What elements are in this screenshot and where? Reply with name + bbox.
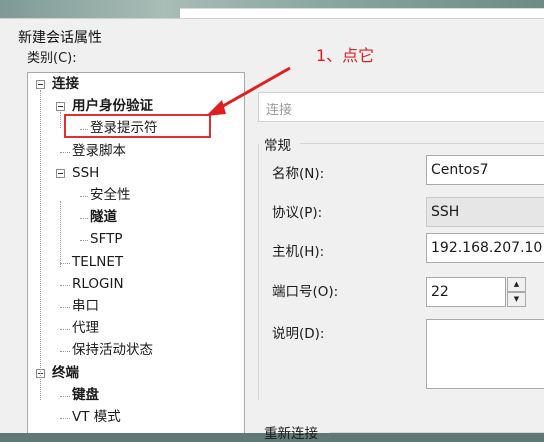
tree-item[interactable]: 保持活动状态 xyxy=(72,340,153,361)
port-label: 端口号(O): xyxy=(272,284,339,300)
protocol-select[interactable]: SSH xyxy=(426,197,544,227)
description-textarea[interactable] xyxy=(426,319,544,389)
protocol-label: 协议(P): xyxy=(272,205,323,221)
tree-connector xyxy=(60,307,70,308)
tree-guide-line xyxy=(40,90,41,400)
general-section-divider xyxy=(300,143,544,144)
tree-connector xyxy=(80,240,88,242)
tree-connector xyxy=(80,218,88,220)
tree-connector xyxy=(60,329,70,331)
port-spinner: ▲ ▼ xyxy=(507,277,526,307)
tree-guide-line xyxy=(60,112,61,128)
tree-item[interactable]: SSH xyxy=(72,163,99,184)
tree-item[interactable]: 登录脚本 xyxy=(72,141,126,162)
spin-down-icon: ▼ xyxy=(513,295,520,303)
annotation-text: 1、点它 xyxy=(316,46,375,65)
tree-item[interactable]: 终端 xyxy=(52,363,79,384)
general-section-title: 常规 xyxy=(264,138,291,154)
spin-up-icon: ▲ xyxy=(513,280,520,288)
tree-connector xyxy=(60,284,70,286)
tree-item[interactable]: VT 模式 xyxy=(72,407,121,428)
reconnect-section-divider xyxy=(330,432,544,433)
tree-connector xyxy=(60,351,70,353)
reconnect-section-title: 重新连接 xyxy=(264,426,318,442)
tree-item[interactable]: 连接 xyxy=(52,74,79,95)
tree-item[interactable]: RLOGIN xyxy=(72,274,124,295)
collapse-toggle-icon[interactable] xyxy=(56,102,65,112)
tree-connector xyxy=(60,151,70,153)
tree-connector xyxy=(60,395,70,397)
name-input[interactable]: Centos7 xyxy=(426,155,544,185)
tree-guide-line xyxy=(60,201,61,267)
collapse-toggle-icon[interactable] xyxy=(36,80,45,89)
tree-item[interactable]: TELNET xyxy=(72,252,123,273)
tree-item[interactable]: 串口 xyxy=(72,296,99,317)
tree-item[interactable]: SFTP xyxy=(90,229,122,250)
category-label: 类别(C): xyxy=(27,51,77,66)
collapse-toggle-icon[interactable] xyxy=(56,168,65,178)
dialog-title: 新建会话属性 xyxy=(18,30,102,46)
tree-item[interactable]: 代理 xyxy=(72,318,99,339)
description-label: 说明(D): xyxy=(272,326,325,342)
host-input[interactable]: 192.168.207.10 xyxy=(426,233,544,263)
panel-header: 连接 xyxy=(258,92,544,122)
tree-connector xyxy=(80,196,88,197)
tree-item[interactable]: 键盘 xyxy=(72,385,99,406)
tree-item[interactable]: 隧道 xyxy=(90,207,117,228)
name-label: 名称(N): xyxy=(272,166,325,182)
annotation-highlight-box xyxy=(64,114,211,138)
spin-down-button[interactable]: ▼ xyxy=(507,292,526,307)
tree-item[interactable]: 安全性 xyxy=(90,185,131,206)
panel-header-label: 连接 xyxy=(266,103,293,118)
tree-connector xyxy=(60,262,70,264)
spin-up-button[interactable]: ▲ xyxy=(507,277,526,292)
port-input[interactable]: 22 xyxy=(426,277,506,307)
tree-connector xyxy=(60,418,70,419)
host-label: 主机(H): xyxy=(272,244,325,260)
